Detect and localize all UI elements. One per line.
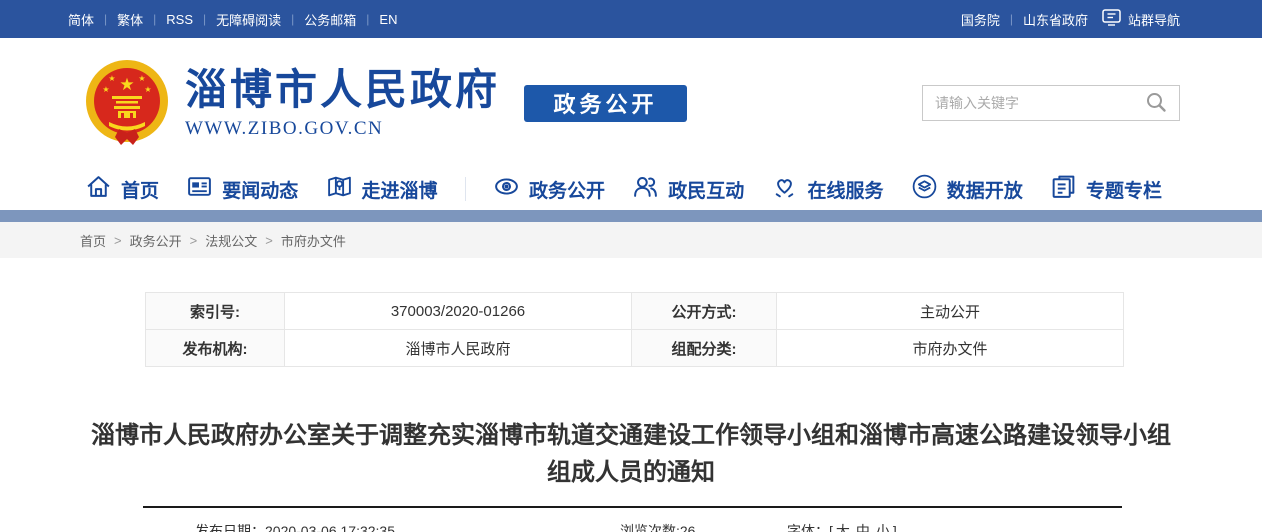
bracket: [ xyxy=(829,523,833,532)
publish-date-label: 发布日期： xyxy=(195,523,265,532)
nav-label: 走进淄博 xyxy=(362,176,438,203)
data-layers-icon xyxy=(911,173,938,206)
separator: | xyxy=(203,12,206,26)
publish-date-value: 2020-03-06 17:32:35 xyxy=(265,523,395,532)
nav-label: 首页 xyxy=(121,176,159,203)
separator: | xyxy=(291,12,294,26)
document-meta-table: 索引号: 370003/2020-01266 公开方式: 主动公开 发布机构: … xyxy=(145,292,1124,367)
gov-open-button[interactable]: 政务公开 xyxy=(524,85,687,122)
nav-item-news[interactable]: 要闻动态 xyxy=(186,173,298,206)
font-size-label: 字体： xyxy=(787,523,829,532)
publish-date: 发布日期：2020-03-06 17:32:35 xyxy=(195,521,395,532)
issuing-agency-value: 淄博市人民政府 xyxy=(285,330,632,367)
nav-item-home[interactable]: 首页 xyxy=(85,173,159,206)
bracket: ] xyxy=(893,523,897,532)
font-size-control: 字体：[大中小] xyxy=(787,521,897,532)
separator: | xyxy=(1010,12,1013,26)
rss-link[interactable]: RSS xyxy=(166,12,193,27)
english-link[interactable]: EN xyxy=(379,12,397,27)
font-size-small-button[interactable]: 小 xyxy=(876,523,890,532)
nav-label: 在线服务 xyxy=(807,176,883,203)
disclosure-mode-label: 公开方式: xyxy=(632,293,777,330)
accessibility-link[interactable]: 无障碍阅读 xyxy=(216,10,281,29)
nav-label: 数据开放 xyxy=(947,176,1023,203)
site-title: 淄博市人民政府 xyxy=(185,67,500,113)
masthead: ★ ★ ★ ★ ★ 淄博市人民政府 WWW.ZIBO.GOV.CN 政务公开 xyxy=(0,38,1262,168)
view-count: 浏览次数:26 xyxy=(620,521,695,532)
separator: | xyxy=(104,12,107,26)
category-value: 市府办文件 xyxy=(777,330,1124,367)
site-group-nav-label: 站群导航 xyxy=(1128,10,1180,29)
nav-item-online-services[interactable]: 在线服务 xyxy=(771,173,883,206)
nav-label: 政民互动 xyxy=(668,176,744,203)
news-icon xyxy=(186,173,213,206)
breadcrumb-separator: > xyxy=(265,233,273,248)
breadcrumb-home[interactable]: 首页 xyxy=(80,231,106,250)
view-count-label: 浏览次数: xyxy=(620,523,680,532)
gov-mail-link[interactable]: 公务邮箱 xyxy=(304,10,356,29)
font-size-medium-button[interactable]: 中 xyxy=(856,523,870,532)
search-input[interactable] xyxy=(935,95,1145,111)
separator: | xyxy=(366,12,369,26)
index-number-value: 370003/2020-01266 xyxy=(285,293,632,330)
site-group-nav-button[interactable]: 站群导航 xyxy=(1102,9,1180,29)
national-emblem-logo[interactable]: ★ ★ ★ ★ ★ xyxy=(85,59,169,147)
table-row: 索引号: 370003/2020-01266 公开方式: 主动公开 xyxy=(146,293,1124,330)
top-utility-bar: 简体 | 繁体 | RSS | 无障碍阅读 | 公务邮箱 | EN 国务院 | … xyxy=(0,0,1262,38)
separator: | xyxy=(153,12,156,26)
nav-label: 专题专栏 xyxy=(1086,176,1162,203)
breadcrumb: 首页 > 政务公开 > 法规公文 > 市府办文件 xyxy=(0,222,1262,258)
heart-hands-icon xyxy=(771,173,798,206)
map-icon xyxy=(326,173,353,206)
svg-text:★: ★ xyxy=(102,85,109,94)
site-identity: 淄博市人民政府 WWW.ZIBO.GOV.CN xyxy=(185,67,500,140)
svg-text:★: ★ xyxy=(108,74,115,83)
nav-divider xyxy=(465,177,466,201)
breadcrumb-separator: > xyxy=(114,233,122,248)
nav-item-special-topics[interactable]: 专题专栏 xyxy=(1050,173,1162,206)
eye-icon xyxy=(493,173,520,206)
main-nav: 首页 要闻动态 走进淄博 政 xyxy=(0,168,1262,210)
site-url: WWW.ZIBO.GOV.CN xyxy=(185,118,500,140)
font-size-large-button[interactable]: 大 xyxy=(836,523,850,532)
monitor-icon xyxy=(1102,9,1121,29)
document-icon xyxy=(1050,173,1077,206)
nav-label: 要闻动态 xyxy=(222,176,298,203)
nav-label: 政务公开 xyxy=(529,176,605,203)
breadcrumb-regulations[interactable]: 法规公文 xyxy=(205,231,257,250)
nav-item-gov-open[interactable]: 政务公开 xyxy=(493,173,605,206)
search-box xyxy=(922,85,1180,121)
svg-text:★: ★ xyxy=(138,74,145,83)
search-icon xyxy=(1145,91,1167,116)
divider-strip xyxy=(0,210,1262,222)
table-row: 发布机构: 淄博市人民政府 组配分类: 市府办文件 xyxy=(146,330,1124,367)
nav-item-open-data[interactable]: 数据开放 xyxy=(911,173,1023,206)
breadcrumb-separator: > xyxy=(190,233,198,248)
svg-text:★: ★ xyxy=(119,75,134,94)
article-title: 淄博市人民政府办公室关于调整充实淄博市轨道交通建设工作领导小组和淄博市高速公路建… xyxy=(91,417,1171,491)
lang-simplified-link[interactable]: 简体 xyxy=(68,10,94,29)
nav-item-interaction[interactable]: 政民互动 xyxy=(632,173,744,206)
article-info-row: 发布日期：2020-03-06 17:32:35 浏览次数:26 字体：[大中小… xyxy=(143,508,1122,532)
nav-item-about-zibo[interactable]: 走进淄博 xyxy=(326,173,438,206)
state-council-link[interactable]: 国务院 xyxy=(961,10,1000,29)
search-button[interactable] xyxy=(1145,91,1167,116)
svg-text:★: ★ xyxy=(144,85,151,94)
lang-traditional-link[interactable]: 繁体 xyxy=(117,10,143,29)
breadcrumb-gov-open[interactable]: 政务公开 xyxy=(130,231,182,250)
article-header-block: 发布日期：2020-03-06 17:32:35 浏览次数:26 字体：[大中小… xyxy=(143,506,1122,532)
people-icon xyxy=(632,173,659,206)
issuing-agency-label: 发布机构: xyxy=(146,330,285,367)
shandong-gov-link[interactable]: 山东省政府 xyxy=(1023,10,1088,29)
disclosure-mode-value: 主动公开 xyxy=(777,293,1124,330)
index-number-label: 索引号: xyxy=(146,293,285,330)
view-count-value: 26 xyxy=(680,523,696,532)
category-label: 组配分类: xyxy=(632,330,777,367)
home-icon xyxy=(85,173,112,206)
breadcrumb-city-office-docs[interactable]: 市府办文件 xyxy=(281,231,346,250)
